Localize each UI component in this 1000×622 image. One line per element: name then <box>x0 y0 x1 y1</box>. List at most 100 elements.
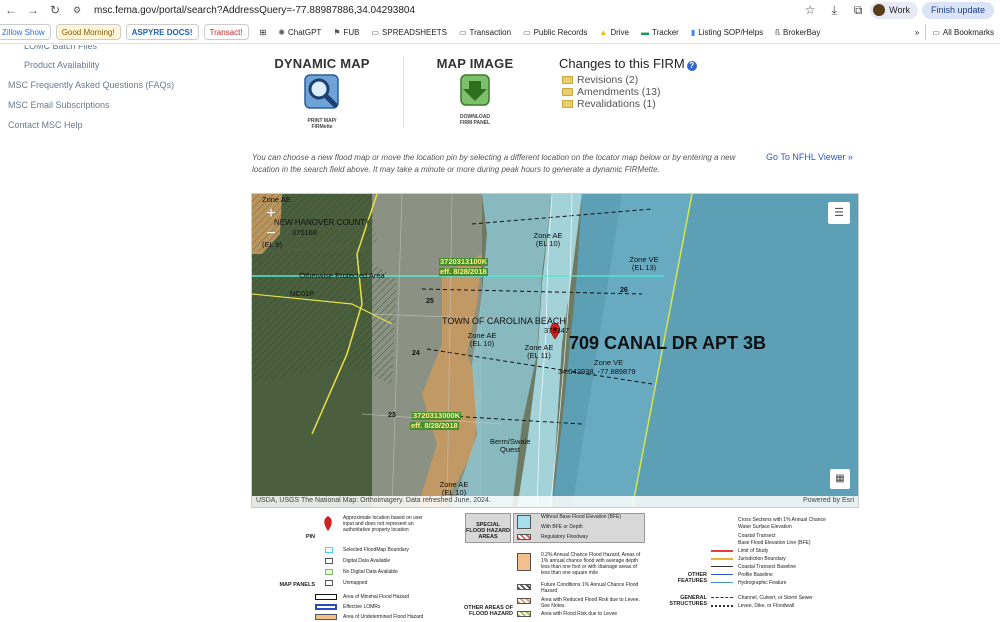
bookmark-good-morning[interactable]: Good Morning! <box>55 24 121 40</box>
map-label-county: NEW HANOVER COUNTY <box>274 218 371 227</box>
map-label-zone-ae-11: Zone AE (EL 11) <box>524 343 554 360</box>
bookmark-public-records[interactable]: ▭ Public Records <box>517 24 593 40</box>
legend-feature-item: Hydrographic Feature <box>738 580 787 586</box>
help-icon[interactable]: ? <box>686 61 697 71</box>
legend-structure-item: Channel, Culvert, or Storm Sewer <box>738 595 813 601</box>
bookmark-label: BrokerBay <box>783 27 821 37</box>
more-bookmarks-icon[interactable]: » <box>909 24 925 40</box>
transect-number: 24 <box>412 350 420 357</box>
finish-update-button[interactable]: Finish update <box>921 1 994 19</box>
legend-panel-item: Area of Undetermined Flood Hazard <box>343 614 424 620</box>
back-icon[interactable]: ← <box>0 3 22 17</box>
legend-swatch <box>517 598 531 604</box>
extensions-icon[interactable]: ⧉ <box>846 3 870 18</box>
nfhl-viewer-link[interactable]: Go To NFHL Viewer » <box>766 152 853 162</box>
legend-other-item: Area with Flood Risk due to Levee <box>541 611 618 617</box>
changes-revisions[interactable]: Revisions (2) <box>562 74 697 86</box>
legend-structures-header: GENERAL STRUCTURES <box>669 595 707 607</box>
brokerbay-icon: ß <box>775 27 781 37</box>
legend-other-item: Area with Reduced Flood Risk due to Leve… <box>541 597 640 609</box>
legend-swatch <box>517 611 531 617</box>
map-label-zone-ve-b: Zone VE <box>594 358 624 367</box>
changes-amendments[interactable]: Amendments (13) <box>562 86 697 98</box>
folder-icon: ▭ <box>458 27 467 37</box>
profile-button[interactable]: Work <box>870 1 918 19</box>
folder-icon: ▭ <box>371 27 380 37</box>
apps-icon[interactable]: ⊞ <box>254 24 273 40</box>
all-bookmarks-label: All Bookmarks <box>942 27 994 37</box>
map-label-coords: 34.042938, -77.889879 <box>558 367 636 376</box>
flood-map[interactable]: + − ☰ ▦ Zone AE NEW HANOVER COUNTY 37016… <box>251 193 859 508</box>
download-arrow-icon <box>460 74 490 106</box>
changes-item-label: Revalidations (1) <box>577 98 656 110</box>
changes-revalidations[interactable]: Revalidations (1) <box>562 98 697 110</box>
map-label-town-code: 375347 <box>544 326 570 335</box>
address-bar[interactable]: msc.fema.gov/portal/search?AddressQuery=… <box>94 5 798 16</box>
toolbar-divider <box>0 43 1000 44</box>
map-label-panel-a: 3720313100K <box>439 257 489 266</box>
legend-swatch <box>325 580 333 586</box>
transect-number: 26 <box>620 287 628 294</box>
legend-swatch <box>517 553 531 571</box>
sidebar-item-faqs[interactable]: MSC Frequently Asked Questions (FAQs) <box>8 80 174 90</box>
bookmark-zillow[interactable]: Zillow Show <box>0 24 51 40</box>
bookmark-tracker[interactable]: ▬ Tracker <box>635 24 685 40</box>
legend-swatch <box>325 569 333 575</box>
legend-sfha-item: With BFE or Depth <box>541 524 583 530</box>
bookmark-brokerbay[interactable]: ß BrokerBay <box>769 24 826 40</box>
bookmark-label: Tracker <box>651 27 679 37</box>
magnifier-icon <box>304 74 339 109</box>
reload-icon[interactable]: ↻ <box>44 3 66 17</box>
map-label-zone-ae-10-a: Zone AE (EL 10) <box>533 231 563 248</box>
download-icon[interactable]: ⤓ <box>822 3 846 18</box>
star-icon[interactable]: ☆ <box>798 3 822 17</box>
qr-code-icon[interactable]: ▦ <box>830 469 850 489</box>
browser-toolbar: ← → ↻ ⚙ msc.fema.gov/portal/search?Addre… <box>0 0 1000 20</box>
map-label-panel-a-eff: eff. 8/28/2018 <box>439 267 488 276</box>
legend-feature-item: Coastal Transect Baseline <box>738 564 797 570</box>
legend-other-item: Future Conditions 1% Annual Chance Flood… <box>541 582 639 594</box>
attribution-esri: Powered by Esri <box>803 497 854 504</box>
protected-area-hatch <box>252 249 397 384</box>
legend-sfha-header: SPECIAL FLOOD HAZARD AREAS <box>466 522 510 540</box>
profile-label: Work <box>889 5 910 15</box>
legend-sfha-item: Without Base Flood Elevation (BFE) <box>541 514 622 520</box>
forward-icon[interactable]: → <box>22 3 44 17</box>
bookmark-chatgpt[interactable]: ✺ ChatGPT <box>272 24 327 40</box>
bookmark-transaction[interactable]: ▭ Transaction <box>453 24 517 40</box>
sidebar-item-contact-help[interactable]: Contact MSC Help <box>8 120 83 130</box>
all-bookmarks[interactable]: ▭ All Bookmarks <box>925 24 1000 40</box>
legend-feature-item: Profile Baseline <box>738 572 773 578</box>
legend-feature-item: Coastal Transect <box>738 533 776 539</box>
map-label-protected-code: NC01P <box>290 289 315 298</box>
bookmark-spreadsheets[interactable]: ▭ SPREADSHEETS <box>365 24 452 40</box>
legend-swatch <box>517 534 531 540</box>
map-label-berm: Berm/Swale Quest <box>490 437 531 454</box>
map-label-county-code: 370168 <box>292 228 318 237</box>
map-image-tool[interactable]: MAP IMAGE DOWNLOAD FIRM PANEL <box>425 56 525 126</box>
legend-features-header: OTHER FEATURES <box>677 572 707 584</box>
legend-panel-item: Area of Minimal Flood Hazard <box>343 594 410 600</box>
bookmark-fub[interactable]: ⚑ FUB <box>327 24 365 40</box>
dynamic-map-tool[interactable]: DYNAMIC MAP PRINT MAP/ FIRMette <box>272 56 372 130</box>
map-image-title: MAP IMAGE <box>436 56 514 71</box>
bookmark-transact[interactable]: Transact! <box>203 24 249 40</box>
map-menu-icon[interactable]: ☰ <box>828 202 850 224</box>
bookmark-aspyre[interactable]: ASPYRE DOCS! <box>125 24 199 40</box>
pin-icon <box>324 516 332 531</box>
bookmark-label: Public Records <box>533 27 588 37</box>
bookmark-label: FUB <box>343 27 360 37</box>
legend-swatch <box>325 558 333 564</box>
sidebar-item-email-subscriptions[interactable]: MSC Email Subscriptions <box>8 100 110 110</box>
transect-number: 23 <box>388 412 396 419</box>
site-settings-icon[interactable]: ⚙ <box>66 5 88 16</box>
map-legend: PIN Approximate location based on user i… <box>251 510 859 622</box>
sidebar-item-product-availability[interactable]: Product Availability <box>24 60 99 70</box>
bookmark-drive[interactable]: ▲ Drive <box>593 24 635 40</box>
bookmark-listing-sop[interactable]: ▮ Listing SOP/Helps <box>685 24 769 40</box>
legend-sfha-item: Regulatory Floodway <box>541 534 588 540</box>
changes-item-label: Revisions (2) <box>577 74 639 86</box>
tracker-icon: ▬ <box>640 27 649 37</box>
bookmark-label: Drive <box>610 27 629 37</box>
folder-icon <box>562 76 573 84</box>
